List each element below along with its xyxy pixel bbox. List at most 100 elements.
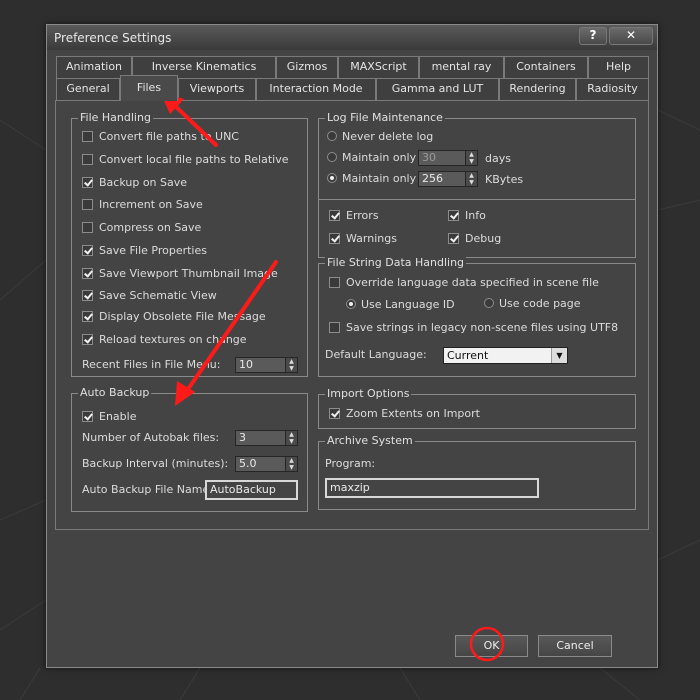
cancel-button[interactable]: Cancel xyxy=(538,635,612,657)
log-info-checkbox[interactable] xyxy=(448,209,459,221)
spinner-arrows-icon[interactable]: ▲ ▼ xyxy=(285,358,297,372)
tab-rendering[interactable]: Rendering xyxy=(499,78,576,100)
tab-interaction-mode[interactable]: Interaction Mode xyxy=(256,78,376,100)
auto-backup-enable-option[interactable]: Enable xyxy=(82,409,136,425)
default-language-select[interactable]: Current ▼ xyxy=(443,347,568,364)
log-warnings-checkbox[interactable] xyxy=(329,232,340,244)
use-code-page-radio[interactable] xyxy=(484,298,494,308)
use-language-id-label: Use Language ID xyxy=(361,298,455,311)
tab-maxscript[interactable]: MAXScript xyxy=(338,56,419,78)
tab-containers[interactable]: Containers xyxy=(504,56,588,78)
backup-interval-spinner[interactable]: 5.0 ▲ ▼ xyxy=(235,456,298,472)
zoom-extents-checkbox[interactable] xyxy=(329,407,340,419)
compress-on-save-checkbox[interactable] xyxy=(82,221,93,233)
tab-files[interactable]: Files xyxy=(120,75,178,101)
tab-viewports[interactable]: Viewports xyxy=(178,78,256,100)
compress-on-save-label: Compress on Save xyxy=(99,221,202,234)
save-thumbnail-checkbox[interactable] xyxy=(82,267,93,279)
tab-mental-ray[interactable]: mental ray xyxy=(419,56,504,78)
auto-backup-group: Auto Backup Enable Number of Autobak fil… xyxy=(71,386,308,512)
recent-files-spinner[interactable]: 10 ▲ ▼ xyxy=(235,357,298,373)
zoom-extents-option[interactable]: Zoom Extents on Import xyxy=(329,406,480,422)
autobak-count-spinner[interactable]: 3 ▲ ▼ xyxy=(235,430,298,446)
tab-radiosity[interactable]: Radiosity xyxy=(576,78,649,100)
spinner-arrows-icon[interactable]: ▲ ▼ xyxy=(285,431,297,445)
obsolete-message-label: Display Obsolete File Message xyxy=(99,310,266,323)
log-days-unit: days xyxy=(485,152,511,165)
ok-button[interactable]: OK xyxy=(455,635,528,657)
obsolete-message-checkbox[interactable] xyxy=(82,310,93,322)
increment-on-save-option[interactable]: Increment on Save xyxy=(82,197,203,213)
preference-settings-dialog: Preference Settings ? ✕ Animation Invers… xyxy=(46,24,658,668)
autobak-count-value: 3 xyxy=(239,431,246,444)
save-strings-utf8-label: Save strings in legacy non-scene files u… xyxy=(346,321,619,334)
backup-file-name-field[interactable]: AutoBackup xyxy=(205,480,298,500)
spinner-arrows-icon[interactable]: ▲ ▼ xyxy=(465,151,477,165)
reload-textures-checkbox[interactable] xyxy=(82,333,93,345)
recent-files-value: 10 xyxy=(239,358,253,371)
save-file-properties-option[interactable]: Save File Properties xyxy=(82,243,207,259)
title-bar[interactable]: Preference Settings ? ✕ xyxy=(47,25,657,50)
use-code-page-option[interactable]: Use code page xyxy=(484,296,581,312)
maintain-days-radio[interactable] xyxy=(327,152,337,162)
backup-on-save-checkbox[interactable] xyxy=(82,176,93,188)
never-delete-log-option[interactable]: Never delete log xyxy=(327,129,433,145)
archive-program-field[interactable]: maxzip xyxy=(325,478,539,498)
save-schematic-option[interactable]: Save Schematic View xyxy=(82,288,217,304)
spinner-arrows-icon[interactable]: ▲ ▼ xyxy=(465,172,477,186)
log-info-option[interactable]: Info xyxy=(448,208,486,224)
obsolete-message-option[interactable]: Display Obsolete File Message xyxy=(82,309,266,325)
convert-unc-checkbox[interactable] xyxy=(82,130,93,142)
log-days-value: 30 xyxy=(422,151,436,164)
log-kb-value: 256 xyxy=(422,172,443,185)
log-debug-checkbox[interactable] xyxy=(448,232,459,244)
log-errors-option[interactable]: Errors xyxy=(329,208,379,224)
use-language-id-radio[interactable] xyxy=(346,299,356,309)
tab-gizmos[interactable]: Gizmos xyxy=(276,56,338,78)
maintain-kb-radio[interactable] xyxy=(327,173,337,183)
convert-unc-label: Convert file paths to UNC xyxy=(99,130,239,143)
maintain-kb-label: Maintain only xyxy=(342,172,417,185)
close-button[interactable]: ✕ xyxy=(609,27,653,45)
maintain-days-option[interactable]: Maintain only xyxy=(327,150,416,166)
increment-on-save-checkbox[interactable] xyxy=(82,198,93,210)
save-strings-utf8-option[interactable]: Save strings in legacy non-scene files u… xyxy=(329,320,618,336)
spinner-arrows-icon[interactable]: ▲ ▼ xyxy=(285,457,297,471)
compress-on-save-option[interactable]: Compress on Save xyxy=(82,220,201,236)
backup-interval-label: Backup Interval (minutes): xyxy=(82,457,229,470)
log-warnings-option[interactable]: Warnings xyxy=(329,231,397,247)
auto-backup-title: Auto Backup xyxy=(78,386,152,399)
file-string-group: File String Data Handling Override langu… xyxy=(318,256,636,377)
log-errors-checkbox[interactable] xyxy=(329,209,340,221)
tab-gamma-and-lut[interactable]: Gamma and LUT xyxy=(376,78,499,100)
file-string-title: File String Data Handling xyxy=(325,256,467,269)
chevron-down-icon[interactable]: ▼ xyxy=(551,348,567,363)
save-thumbnail-label: Save Viewport Thumbnail Image xyxy=(99,267,278,280)
convert-unc-option[interactable]: Convert file paths to UNC xyxy=(82,129,239,145)
maintain-kb-option[interactable]: Maintain only xyxy=(327,171,416,187)
override-language-option[interactable]: Override language data specified in scen… xyxy=(329,275,599,291)
use-language-id-option[interactable]: Use Language ID xyxy=(346,297,455,313)
save-strings-utf8-checkbox[interactable] xyxy=(329,321,340,333)
tab-general[interactable]: General xyxy=(56,78,120,100)
save-schematic-checkbox[interactable] xyxy=(82,289,93,301)
convert-relative-label: Convert local file paths to Relative xyxy=(99,153,289,166)
convert-relative-option[interactable]: Convert local file paths to Relative xyxy=(82,152,289,168)
save-thumbnail-option[interactable]: Save Viewport Thumbnail Image xyxy=(82,266,278,282)
tab-help[interactable]: Help xyxy=(588,56,649,78)
backup-on-save-option[interactable]: Backup on Save xyxy=(82,175,187,191)
log-kb-unit: KBytes xyxy=(485,173,524,186)
convert-relative-checkbox[interactable] xyxy=(82,153,93,165)
never-delete-log-radio[interactable] xyxy=(327,131,337,141)
log-debug-option[interactable]: Debug xyxy=(448,231,501,247)
auto-backup-enable-checkbox[interactable] xyxy=(82,410,93,422)
save-file-properties-checkbox[interactable] xyxy=(82,244,93,256)
auto-backup-enable-label: Enable xyxy=(99,410,137,423)
log-kb-spinner[interactable]: 256 ▲ ▼ xyxy=(418,171,478,187)
help-button[interactable]: ? xyxy=(579,27,607,45)
log-days-spinner[interactable]: 30 ▲ ▼ xyxy=(418,150,478,166)
reload-textures-option[interactable]: Reload textures on change xyxy=(82,332,247,348)
override-language-checkbox[interactable] xyxy=(329,276,340,288)
default-language-value: Current xyxy=(447,349,489,362)
default-language-label: Default Language: xyxy=(325,348,427,361)
